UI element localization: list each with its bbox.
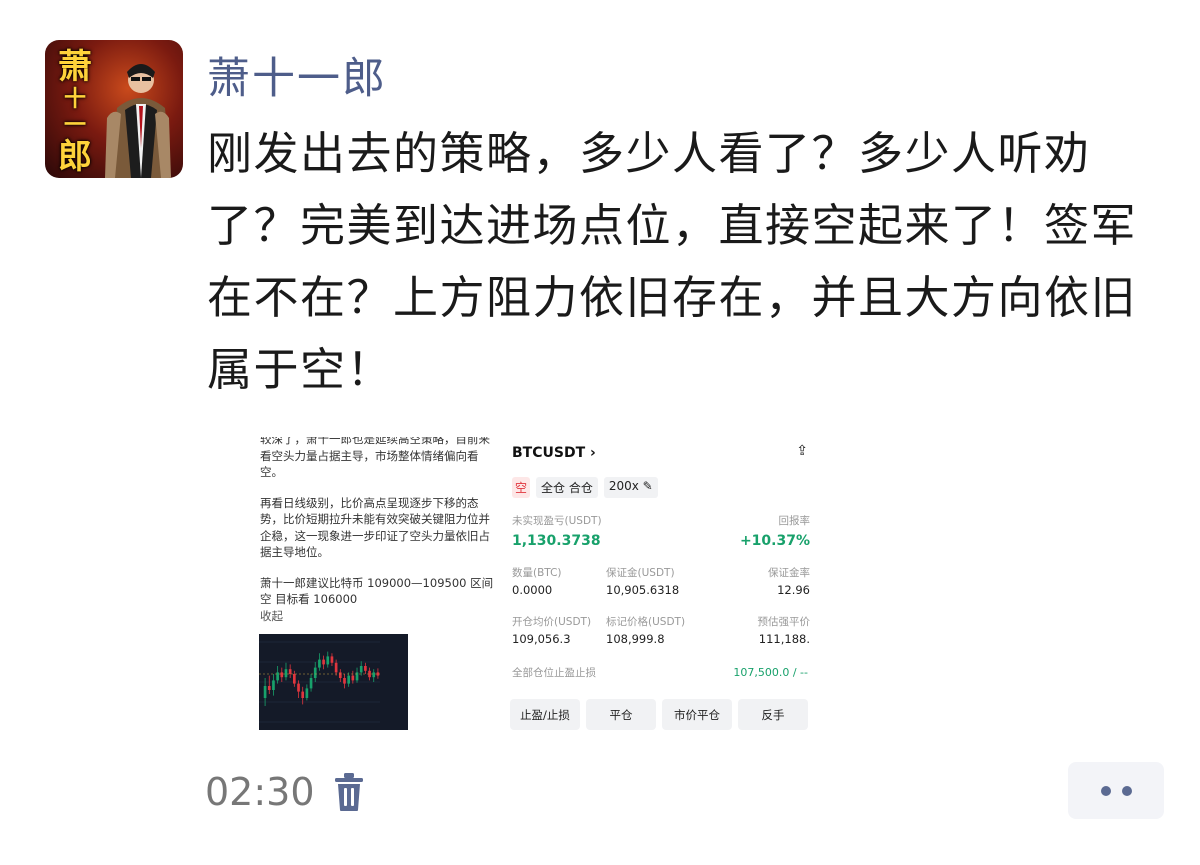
candle-body <box>326 656 330 665</box>
message-time: 02:30 <box>205 770 315 814</box>
article-text: 较深了，萧十一郎也是延续高空策略，目前来看空头力量占据主导，市场整体情绪偏向看空… <box>260 437 500 624</box>
side-tag: 空 <box>512 477 531 498</box>
candlestick-svg <box>259 641 380 723</box>
tpsl-value: 107,500.0 / -- <box>733 666 808 679</box>
market-close-button[interactable]: 市价平仓 <box>662 699 732 730</box>
leverage-tag: 200x ✎ <box>603 477 658 498</box>
candle-body <box>330 656 334 663</box>
entry-price-value: 109,056.3 <box>512 632 571 646</box>
attachment-position-image[interactable]: BTCUSDT › ⇪ 空 全仓 合仓 200x ✎ 未实现盈亏(USDT) 回… <box>508 437 810 730</box>
candle-body <box>359 666 363 673</box>
mark-price-value: 108,999.8 <box>606 632 665 646</box>
candle-body <box>372 672 376 678</box>
tpsl-button[interactable]: 止盈/止损 <box>510 699 580 730</box>
close-position-button[interactable]: 平仓 <box>586 699 656 730</box>
candle-body <box>267 686 271 690</box>
trash-icon[interactable] <box>333 772 365 812</box>
attachment-article-image[interactable]: 较深了，萧十一郎也是延续高空策略，目前来看空头力量占据主导，市场整体情绪偏向看空… <box>222 437 502 730</box>
candle-body <box>334 662 338 673</box>
candle-body <box>318 659 321 668</box>
margin-ratio-value: 12.96 <box>777 583 810 597</box>
candle-body <box>305 688 309 698</box>
candle-body <box>297 683 300 692</box>
candle-body <box>272 680 275 690</box>
candle-body <box>313 667 317 678</box>
entry-price-label: 开仓均价(USDT) <box>512 616 592 628</box>
reverse-button[interactable]: 反手 <box>738 699 808 730</box>
article-paragraph: 较深了，萧十一郎也是延续高空策略，目前来看空头力量占据主导，市场整体情绪偏向看空… <box>260 437 490 479</box>
pnl-value: 1,130.3738 <box>512 533 601 549</box>
liq-price-value: 111,188. <box>758 632 810 646</box>
position-actions: 止盈/止损 平仓 市价平仓 反手 <box>510 699 808 730</box>
mark-price-label: 标记价格(USDT) <box>606 616 686 628</box>
candle-body <box>293 674 296 684</box>
candle-body <box>351 675 355 681</box>
article-paragraph: 萧十一郎建议比特币 109000—109500 区间空 目标看 106000 <box>260 575 494 607</box>
avatar-figure <box>105 64 171 178</box>
candle-body <box>364 666 367 671</box>
more-dot <box>1100 785 1111 796</box>
size-label: 数量(BTC) <box>512 567 562 579</box>
candle-body <box>343 678 346 684</box>
more-dot <box>1121 785 1132 796</box>
margin-value: 10,905.6318 <box>606 583 680 597</box>
candle-body <box>355 672 359 681</box>
margin-label: 保证金(USDT) <box>606 567 675 579</box>
margin-ratio-label: 保证金率 <box>768 567 810 579</box>
candle-body <box>288 669 292 674</box>
candle-body <box>322 659 325 665</box>
share-icon: ⇪ <box>796 443 808 459</box>
tpsl-label: 全部仓位止盈止损 <box>512 667 596 679</box>
candle-body <box>338 672 342 678</box>
liq-price-label: 预估强平价 <box>757 616 811 628</box>
article-paragraph: 再看日线级别，比价高点呈现逐步下移的态势，比价短期拉升未能有效突破关键阻力位并企… <box>260 495 490 560</box>
size-value: 0.0000 <box>512 583 553 597</box>
candle-body <box>347 675 350 684</box>
author-name[interactable]: 萧十一郎 <box>207 44 387 106</box>
candle-body <box>276 672 279 681</box>
candle-body <box>309 678 313 689</box>
avatar-calligraphy: 萧 十 一 郎 <box>58 47 92 177</box>
roe-value: +10.37% <box>739 533 810 549</box>
position-tags: 空 全仓 合仓 200x ✎ <box>512 477 658 498</box>
margin-mode-tag: 全仓 合仓 <box>536 477 598 498</box>
symbol-title: BTCUSDT › <box>512 445 596 461</box>
candle-body <box>280 672 284 678</box>
author-avatar[interactable]: 萧 十 一 郎 <box>45 40 183 178</box>
candle-body <box>263 686 267 698</box>
roe-label: 回报率 <box>778 515 811 527</box>
candlestick-chart-thumbnail <box>259 634 408 730</box>
collapse-link[interactable]: 收起 <box>260 608 500 625</box>
pnl-label: 未实现盈亏(USDT) <box>512 515 602 527</box>
candle-body <box>284 669 288 678</box>
message-text: 刚发出去的策略，多少人看了？多少人听劝了？完美到达进场点位，直接空起来了！签军在… <box>207 127 1138 396</box>
candle-body <box>301 691 305 698</box>
more-options-button[interactable] <box>1068 762 1164 819</box>
